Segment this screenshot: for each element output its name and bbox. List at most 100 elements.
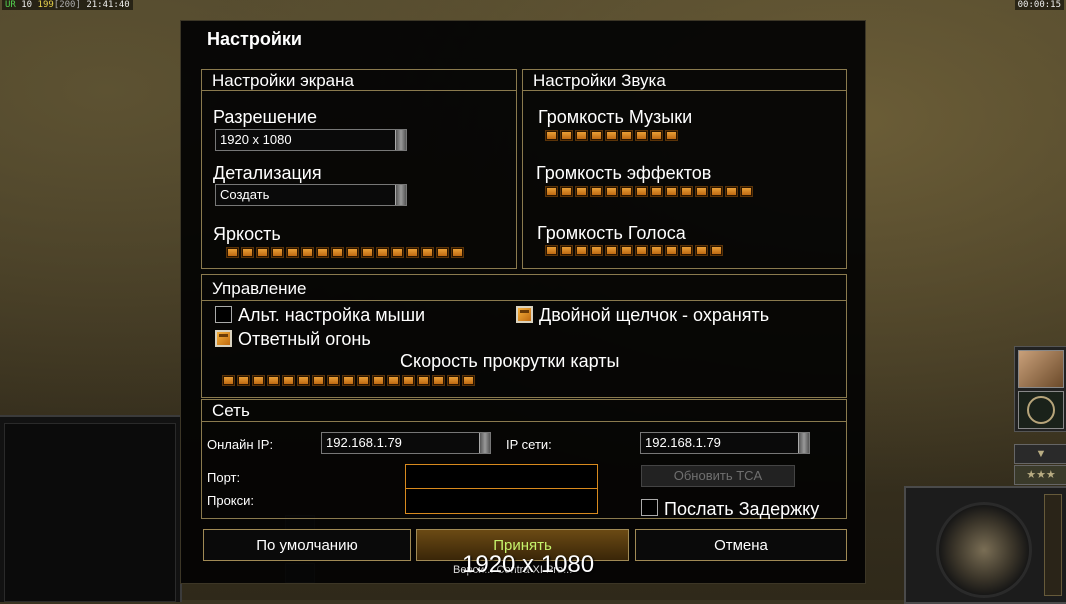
slider-segment[interactable]	[560, 186, 573, 197]
slider-segment[interactable]	[282, 375, 295, 386]
slider-segment[interactable]	[222, 375, 235, 386]
resolution-overlay-text: 1920 x 1080	[462, 551, 595, 578]
update-tca-button[interactable]: Обновить TCA	[641, 465, 795, 487]
slider-segment[interactable]	[710, 186, 723, 197]
minimap-view[interactable]	[4, 423, 176, 602]
brightness-slider[interactable]	[226, 247, 464, 258]
slider-segment[interactable]	[342, 375, 355, 386]
double-click-checkbox[interactable]	[516, 306, 533, 323]
slider-segment[interactable]	[650, 130, 663, 141]
chevron-down-icon[interactable]: ▼	[1014, 444, 1066, 464]
slider-segment[interactable]	[740, 186, 753, 197]
slider-segment[interactable]	[665, 245, 678, 256]
slider-segment[interactable]	[590, 130, 603, 141]
slider-segment[interactable]	[361, 247, 374, 258]
controls-section: Управление Альт. настройка мыши Двойной …	[201, 274, 847, 398]
slider-segment[interactable]	[590, 186, 603, 197]
slider-segment[interactable]	[605, 186, 618, 197]
minimap[interactable]	[0, 415, 182, 602]
slider-segment[interactable]	[635, 130, 648, 141]
slider-segment[interactable]	[545, 186, 558, 197]
slider-segment[interactable]	[436, 247, 449, 258]
online-ip-select[interactable]: 192.168.1.79	[321, 432, 491, 454]
slider-segment[interactable]	[560, 245, 573, 256]
general-portrait[interactable]	[1018, 350, 1064, 388]
dropdown-handle-icon[interactable]	[395, 130, 406, 150]
slider-segment[interactable]	[545, 245, 558, 256]
slider-segment[interactable]	[665, 186, 678, 197]
slider-segment[interactable]	[376, 247, 389, 258]
slider-segment[interactable]	[462, 375, 475, 386]
settings-dialog: Настройки Настройки экрана Разрешение 19…	[180, 20, 866, 584]
slider-segment[interactable]	[650, 186, 663, 197]
slider-segment[interactable]	[252, 375, 265, 386]
slider-segment[interactable]	[590, 245, 603, 256]
port-input[interactable]	[405, 464, 598, 490]
default-button[interactable]: По умолчанию	[203, 529, 411, 561]
lan-ip-select[interactable]: 192.168.1.79	[640, 432, 810, 454]
slider-segment[interactable]	[387, 375, 400, 386]
slider-segment[interactable]	[650, 245, 663, 256]
level-value: 10	[21, 0, 33, 10]
slider-segment[interactable]	[241, 247, 254, 258]
slider-segment[interactable]	[575, 130, 588, 141]
proxy-input[interactable]	[405, 488, 598, 514]
slider-segment[interactable]	[417, 375, 430, 386]
slider-segment[interactable]	[635, 245, 648, 256]
slider-segment[interactable]	[432, 375, 445, 386]
slider-segment[interactable]	[680, 245, 693, 256]
slider-segment[interactable]	[346, 247, 359, 258]
slider-segment[interactable]	[286, 247, 299, 258]
slider-segment[interactable]	[271, 247, 284, 258]
slider-segment[interactable]	[635, 186, 648, 197]
slider-segment[interactable]	[620, 245, 633, 256]
slider-segment[interactable]	[545, 130, 558, 141]
radar-button[interactable]	[1018, 391, 1064, 429]
dropdown-handle-icon[interactable]	[479, 433, 490, 453]
slider-segment[interactable]	[327, 375, 340, 386]
scroll-speed-slider[interactable]	[222, 375, 475, 386]
slider-segment[interactable]	[560, 130, 573, 141]
slider-segment[interactable]	[695, 245, 708, 256]
slider-segment[interactable]	[267, 375, 280, 386]
slider-segment[interactable]	[331, 247, 344, 258]
slider-segment[interactable]	[575, 245, 588, 256]
slider-segment[interactable]	[620, 130, 633, 141]
slider-segment[interactable]	[237, 375, 250, 386]
dropdown-handle-icon[interactable]	[395, 185, 406, 205]
slider-segment[interactable]	[620, 186, 633, 197]
slider-segment[interactable]	[357, 375, 370, 386]
send-delay-checkbox[interactable]	[641, 499, 658, 516]
music-volume-slider[interactable]	[545, 130, 678, 141]
slider-segment[interactable]	[406, 247, 419, 258]
detail-select[interactable]: Создать	[215, 184, 407, 206]
slider-segment[interactable]	[226, 247, 239, 258]
alt-mouse-checkbox[interactable]	[215, 306, 232, 323]
power-value: [200]	[53, 0, 81, 10]
slider-segment[interactable]	[297, 375, 310, 386]
slider-segment[interactable]	[256, 247, 269, 258]
slider-segment[interactable]	[301, 247, 314, 258]
dropdown-handle-icon[interactable]	[798, 433, 809, 453]
slider-segment[interactable]	[605, 130, 618, 141]
slider-segment[interactable]	[451, 247, 464, 258]
slider-segment[interactable]	[391, 247, 404, 258]
slider-segment[interactable]	[372, 375, 385, 386]
voice-volume-slider[interactable]	[545, 245, 723, 256]
slider-segment[interactable]	[605, 245, 618, 256]
slider-segment[interactable]	[421, 247, 434, 258]
slider-segment[interactable]	[312, 375, 325, 386]
slider-segment[interactable]	[316, 247, 329, 258]
slider-segment[interactable]	[575, 186, 588, 197]
return-fire-checkbox[interactable]	[215, 330, 232, 347]
slider-segment[interactable]	[695, 186, 708, 197]
cancel-button[interactable]: Отмена	[635, 529, 847, 561]
slider-segment[interactable]	[665, 130, 678, 141]
slider-segment[interactable]	[710, 245, 723, 256]
effects-volume-slider[interactable]	[545, 186, 753, 197]
slider-segment[interactable]	[402, 375, 415, 386]
slider-segment[interactable]	[447, 375, 460, 386]
resolution-select[interactable]: 1920 x 1080	[215, 129, 407, 151]
slider-segment[interactable]	[680, 186, 693, 197]
slider-segment[interactable]	[725, 186, 738, 197]
